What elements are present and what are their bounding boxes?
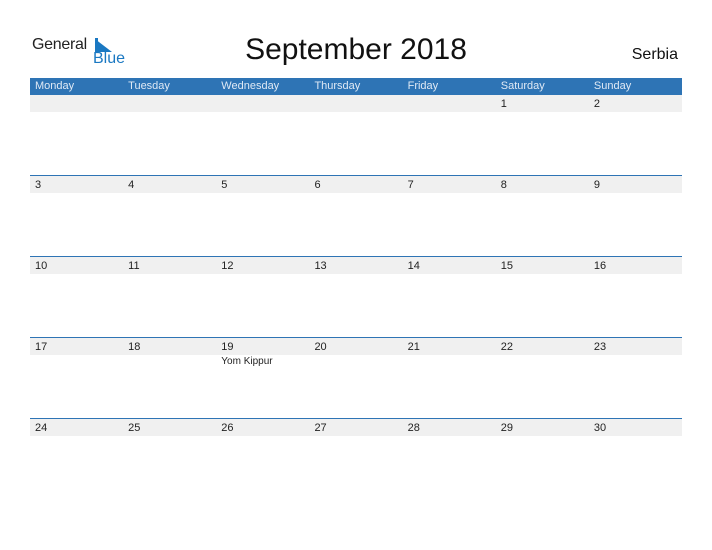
- calendar-title: September 2018: [245, 33, 467, 66]
- day-cell-17[interactable]: 17: [30, 338, 123, 355]
- day-cell-14[interactable]: 14: [403, 257, 496, 274]
- day-cell-30[interactable]: 30: [589, 419, 682, 436]
- day-cell-25[interactable]: 25: [123, 419, 216, 436]
- weekday-monday: Monday: [35, 80, 75, 92]
- week-row: 10 11 12 13 14 15 16: [30, 256, 682, 338]
- day-cell-2[interactable]: 2: [589, 95, 682, 112]
- day-cell-3[interactable]: 3: [30, 176, 123, 193]
- weekday-saturday: Saturday: [500, 80, 545, 92]
- week-row: 3456789: [30, 175, 682, 257]
- holiday-event: Yom Kippur: [221, 356, 273, 367]
- day-cell-4[interactable]: 4: [123, 176, 216, 193]
- day-cell-19[interactable]: 19: [216, 338, 309, 355]
- day-cell-empty: [309, 95, 402, 112]
- day-cell-8[interactable]: 8: [496, 176, 589, 193]
- day-cell-10[interactable]: 10: [30, 257, 123, 274]
- day-cell-1[interactable]: 1: [496, 95, 589, 112]
- weekday-wednesday: Wednesday: [221, 80, 280, 92]
- day-cell-20[interactable]: 20: [309, 338, 402, 355]
- day-cell-18[interactable]: 18: [123, 338, 216, 355]
- day-cell-26[interactable]: 26: [216, 419, 309, 436]
- day-cell-16[interactable]: 16: [589, 257, 682, 274]
- day-cell-13[interactable]: 13: [309, 257, 402, 274]
- day-cell-24[interactable]: 24: [30, 419, 123, 436]
- day-cell-11[interactable]: 11: [123, 257, 216, 274]
- day-cell-7[interactable]: 7: [403, 176, 496, 193]
- day-cell-22[interactable]: 22: [496, 338, 589, 355]
- week-row: 24 25 26 27 28 29 30: [30, 418, 682, 500]
- day-cell-23[interactable]: 23: [589, 338, 682, 355]
- week-row: 12: [30, 95, 682, 176]
- weekday-header: Monday Tuesday Wednesday Thursday Friday Satu…: [30, 78, 682, 95]
- weekday-sunday: Sunday: [593, 80, 632, 92]
- day-cell-29[interactable]: 29: [496, 419, 589, 436]
- day-cell-5[interactable]: 5: [216, 176, 309, 193]
- weekday-friday: Friday: [407, 80, 439, 92]
- day-cell-21[interactable]: 21: [403, 338, 496, 355]
- day-cell-27[interactable]: 27: [309, 419, 402, 436]
- weekday-thursday: Thursday: [314, 80, 361, 92]
- country-label: Serbia: [631, 46, 678, 63]
- day-cell-empty: [403, 95, 496, 112]
- day-cell-6[interactable]: 6: [309, 176, 402, 193]
- day-cell-9[interactable]: 9: [589, 176, 682, 193]
- day-cell-empty: [30, 95, 123, 112]
- day-cell-28[interactable]: 28: [403, 419, 496, 436]
- weekday-tuesday: Tuesday: [128, 80, 170, 92]
- week-row: 17 18 19 20 21 22 23 Yom Kippur: [30, 337, 682, 419]
- day-cell-15[interactable]: 15: [496, 257, 589, 274]
- day-cell-12[interactable]: 12: [216, 257, 309, 274]
- day-cell-empty: [216, 95, 309, 112]
- day-cell-empty: [123, 95, 216, 112]
